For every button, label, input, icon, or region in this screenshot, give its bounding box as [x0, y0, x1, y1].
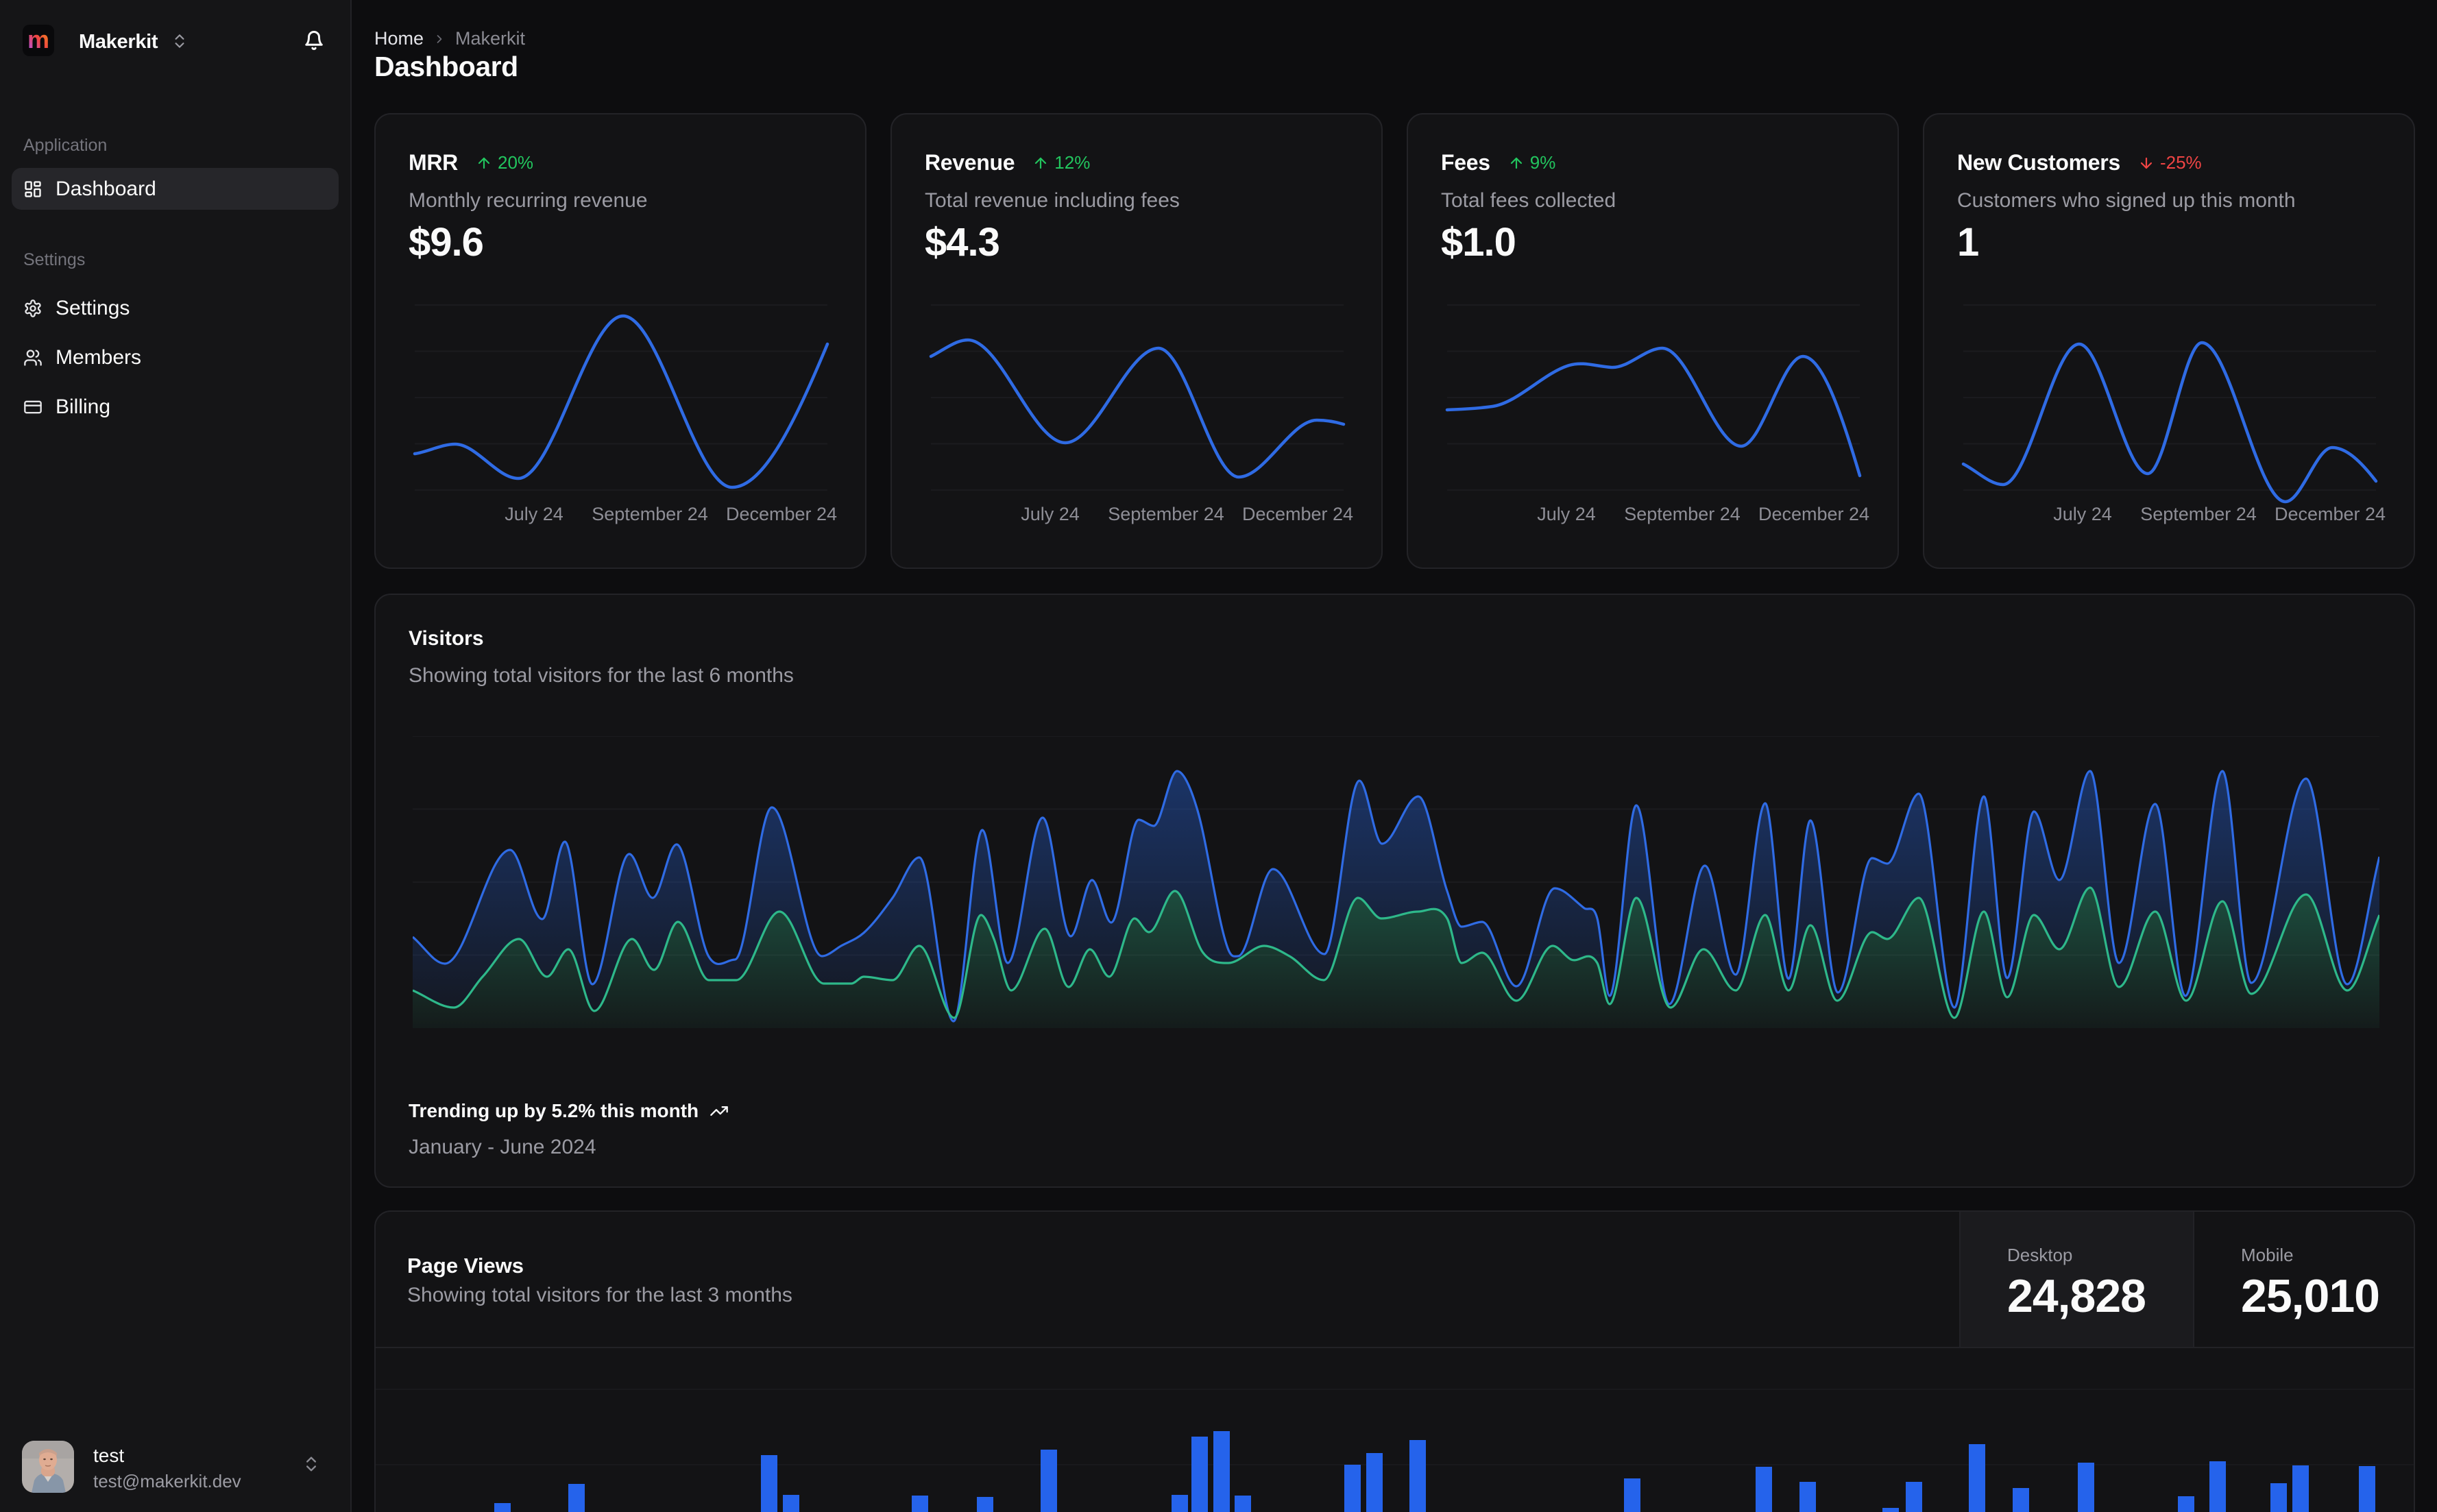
- svg-text:July 24: July 24: [1021, 504, 1080, 524]
- svg-text:December 24: December 24: [1242, 504, 1353, 524]
- svg-text:September 24: September 24: [1624, 504, 1741, 524]
- svg-text:December 24: December 24: [1758, 504, 1869, 524]
- svg-text:July 24: July 24: [2053, 504, 2112, 524]
- svg-text:July 24: July 24: [505, 504, 563, 524]
- svg-text:July 24: July 24: [1537, 504, 1596, 524]
- svg-text:September 24: September 24: [592, 504, 708, 524]
- svg-text:m: m: [27, 25, 49, 53]
- svg-text:December 24: December 24: [2275, 504, 2386, 524]
- svg-text:September 24: September 24: [2140, 504, 2257, 524]
- svg-text:September 24: September 24: [1108, 504, 1224, 524]
- svg-text:December 24: December 24: [726, 504, 837, 524]
